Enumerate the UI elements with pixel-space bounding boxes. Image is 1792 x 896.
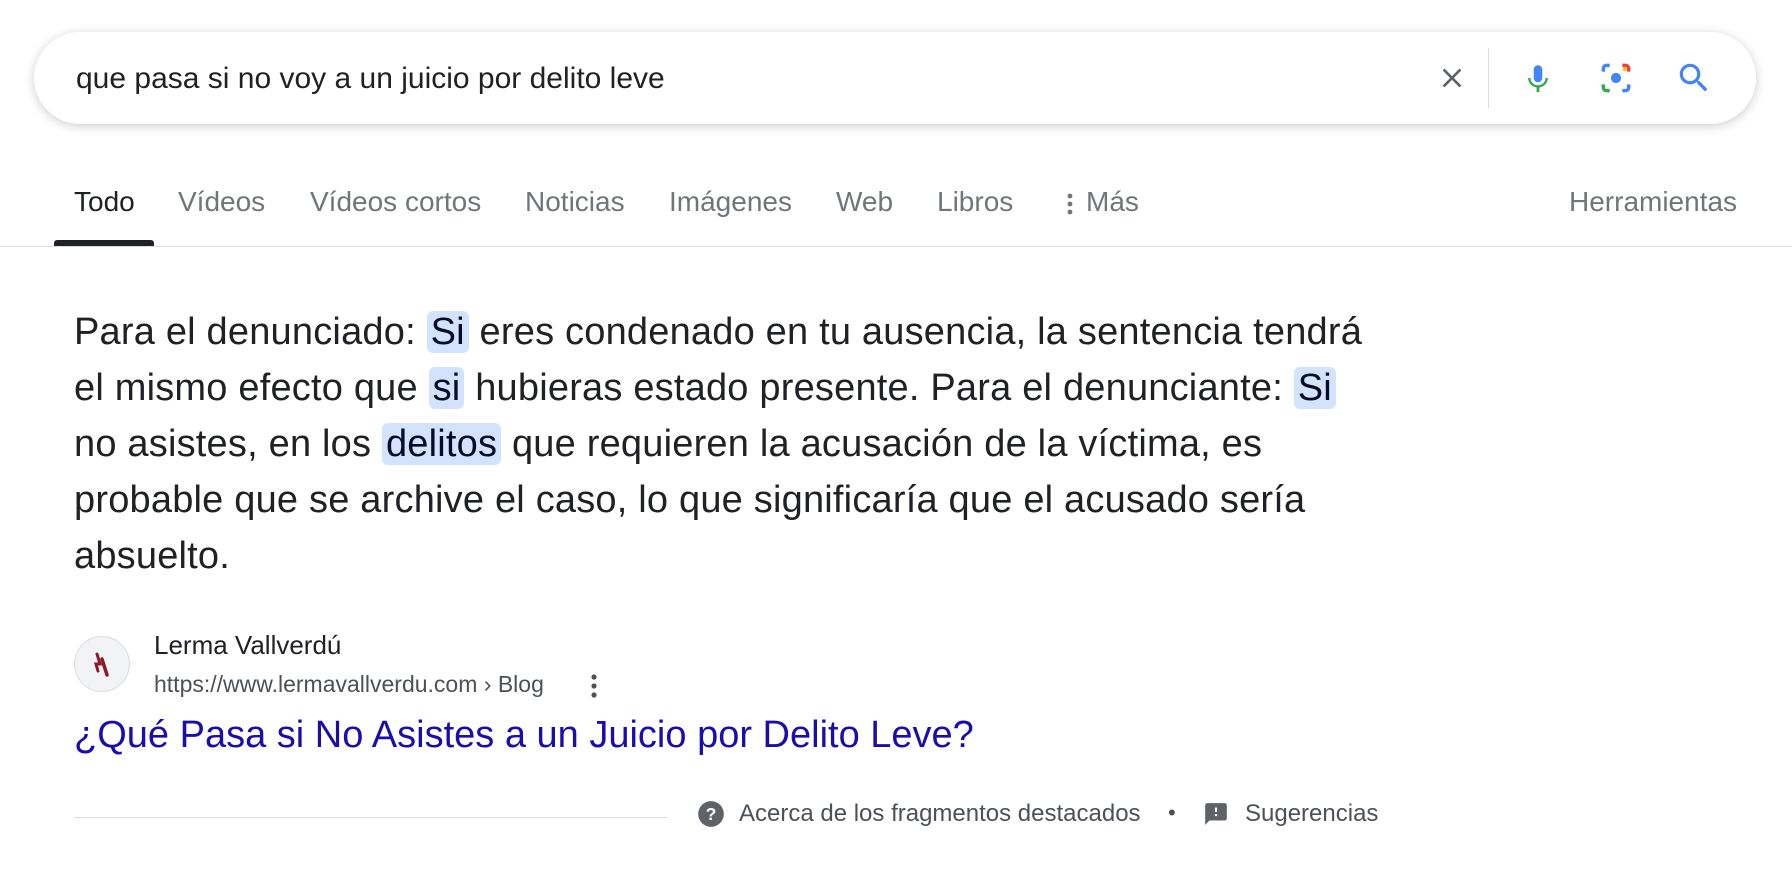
help-icon: ? bbox=[698, 801, 724, 827]
tab-videos[interactable]: Vídeos bbox=[178, 186, 265, 218]
tab-libros[interactable]: Libros bbox=[937, 186, 1013, 218]
lens-icon[interactable] bbox=[1592, 54, 1640, 102]
svg-text:?: ? bbox=[706, 804, 717, 824]
feedback-link[interactable]: Sugerencias bbox=[1203, 800, 1378, 828]
search-icon[interactable] bbox=[1670, 54, 1718, 102]
highlighted-term: Si bbox=[426, 311, 469, 353]
footer-separator: • bbox=[1168, 800, 1176, 825]
more-vert-icon bbox=[1067, 193, 1073, 215]
snippet-text: no asistes, en los bbox=[74, 423, 382, 465]
tab-mas-label: Más bbox=[1086, 186, 1139, 217]
about-snippets-label: Acerca de los fragmentos destacados bbox=[739, 800, 1141, 827]
site-url[interactable]: https://www.lermavallverdu.com › Blog bbox=[154, 671, 544, 698]
feedback-label: Sugerencias bbox=[1245, 800, 1379, 827]
featured-snippet-text: Para el denunciado: Si eres condenado en… bbox=[74, 304, 1384, 584]
tab-noticias[interactable]: Noticias bbox=[525, 186, 625, 218]
lerma-logo-icon bbox=[94, 652, 109, 677]
tab-web[interactable]: Web bbox=[836, 186, 893, 218]
search-input[interactable]: que pasa si no voy a un juicio por delit… bbox=[76, 62, 665, 96]
footer-divider bbox=[74, 817, 667, 818]
search-divider bbox=[1488, 48, 1489, 108]
highlighted-term: Si bbox=[1293, 367, 1336, 409]
tabs-divider bbox=[0, 246, 1792, 247]
highlighted-term: si bbox=[428, 367, 465, 409]
feedback-icon bbox=[1205, 803, 1227, 825]
about-snippets-link[interactable]: ? Acerca de los fragmentos destacados bbox=[697, 800, 1141, 828]
site-favicon[interactable] bbox=[74, 636, 130, 692]
tab-mas[interactable]: Más bbox=[1066, 186, 1139, 218]
tab-todo[interactable]: Todo bbox=[74, 186, 135, 218]
search-tabs: Todo Vídeos Vídeos cortos Noticias Imáge… bbox=[0, 160, 1792, 246]
tools-button[interactable]: Herramientas bbox=[1569, 186, 1737, 218]
snippet-text: Para el denunciado: bbox=[74, 311, 427, 353]
highlighted-term: delitos bbox=[381, 423, 502, 465]
tab-imagenes[interactable]: Imágenes bbox=[669, 186, 792, 218]
clear-icon[interactable] bbox=[1428, 54, 1476, 102]
result-title-link[interactable]: ¿Qué Pasa si No Asistes a un Juicio por … bbox=[74, 714, 974, 757]
microphone-icon[interactable] bbox=[1514, 54, 1562, 102]
site-name[interactable]: Lerma Vallverdú bbox=[154, 630, 341, 661]
tab-videos-cortos[interactable]: Vídeos cortos bbox=[310, 186, 481, 218]
result-menu-icon[interactable] bbox=[580, 670, 608, 702]
search-bar[interactable]: que pasa si no voy a un juicio por delit… bbox=[34, 32, 1756, 124]
snippet-text: hubieras estado presente. Para el denunc… bbox=[464, 367, 1294, 409]
